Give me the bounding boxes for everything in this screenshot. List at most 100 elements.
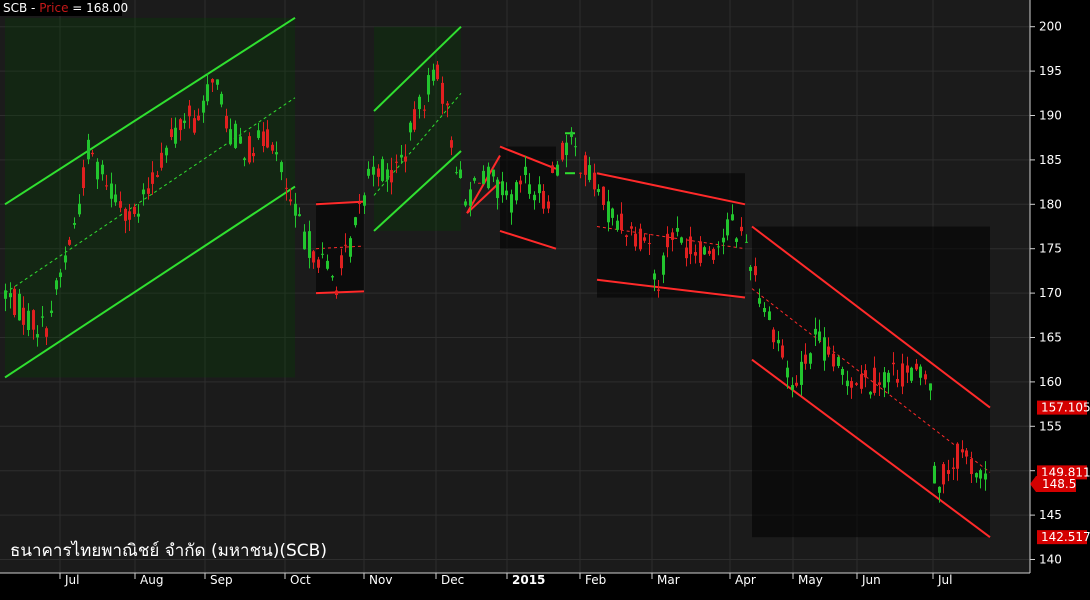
candle-body bbox=[133, 206, 136, 215]
candle-body bbox=[961, 449, 964, 453]
candle-body bbox=[335, 290, 338, 296]
candle-body bbox=[455, 172, 458, 174]
candle-body bbox=[386, 169, 389, 180]
candle-body bbox=[114, 194, 117, 203]
candle-body bbox=[630, 226, 633, 229]
candle-body bbox=[699, 241, 702, 263]
candle-body bbox=[818, 331, 821, 341]
candle-body bbox=[478, 182, 481, 184]
candle-body bbox=[763, 307, 766, 313]
candle-body bbox=[896, 378, 899, 383]
candle-body bbox=[119, 201, 122, 208]
candle-body bbox=[519, 180, 522, 185]
chart-header: SCB - Price = 168.00 bbox=[0, 0, 128, 16]
candle-body bbox=[515, 182, 518, 201]
candle-body bbox=[64, 255, 67, 263]
candle-body bbox=[156, 175, 159, 177]
price-chart: 140145150155160165170175180185190195200 … bbox=[0, 0, 1090, 587]
candle-body bbox=[933, 465, 936, 484]
candle-body bbox=[326, 260, 329, 269]
candle-body bbox=[464, 201, 467, 206]
candle-body bbox=[625, 235, 628, 237]
indicator-name: Price bbox=[39, 1, 68, 15]
last-price-tag-label: 148.5 bbox=[1042, 477, 1076, 491]
candle-body bbox=[248, 136, 251, 163]
candle-body bbox=[193, 118, 196, 133]
candle-body bbox=[708, 250, 711, 254]
candle-body bbox=[128, 211, 131, 220]
candle-body bbox=[832, 353, 835, 367]
candle-body bbox=[869, 391, 872, 395]
candle-body bbox=[367, 168, 370, 176]
candle-body bbox=[349, 238, 352, 257]
candle-body bbox=[446, 103, 449, 106]
candle-body bbox=[450, 140, 453, 148]
candle-body bbox=[303, 231, 306, 250]
candle-body bbox=[202, 100, 205, 113]
candle-body bbox=[657, 289, 660, 291]
candle-body bbox=[469, 189, 472, 206]
candle-body bbox=[620, 213, 623, 230]
candle-body bbox=[105, 185, 108, 187]
candle-body bbox=[611, 208, 614, 218]
candle-body bbox=[768, 311, 771, 320]
candle-body bbox=[643, 237, 646, 241]
candle-body bbox=[409, 122, 412, 133]
x-tick-label: Mar bbox=[657, 573, 680, 587]
candle-body bbox=[390, 170, 393, 183]
candle-body bbox=[781, 345, 784, 358]
candle-body bbox=[459, 169, 462, 179]
candle-body bbox=[823, 337, 826, 361]
candle-body bbox=[533, 194, 536, 201]
candle-body bbox=[579, 172, 582, 174]
candle-body bbox=[4, 290, 7, 299]
candle-body bbox=[317, 259, 320, 268]
candle-body bbox=[331, 276, 334, 278]
y-tick-label: 190 bbox=[1039, 109, 1062, 123]
candle-body bbox=[151, 172, 154, 184]
candle-body bbox=[18, 293, 21, 321]
candle-body bbox=[501, 181, 504, 196]
candle-body bbox=[910, 367, 913, 381]
candle-body bbox=[827, 346, 830, 355]
candle-body bbox=[13, 288, 16, 315]
candle-body bbox=[101, 164, 104, 175]
candle-body bbox=[777, 339, 780, 344]
candle-body bbox=[758, 298, 761, 304]
candle-body bbox=[432, 69, 435, 81]
candle-body bbox=[556, 164, 559, 176]
candle-body bbox=[271, 144, 274, 151]
candle-body bbox=[726, 219, 729, 236]
candle-body bbox=[528, 184, 531, 194]
candle-body bbox=[239, 136, 242, 144]
candle-body bbox=[952, 467, 955, 469]
candle-body bbox=[91, 152, 94, 155]
candle-body bbox=[395, 161, 398, 163]
candle-body bbox=[873, 367, 876, 393]
candle-body bbox=[354, 217, 357, 226]
candle-body bbox=[547, 201, 550, 209]
candle-body bbox=[754, 266, 757, 276]
candle-body bbox=[381, 159, 384, 181]
candle-body bbox=[68, 239, 71, 245]
x-tick-label: Jul bbox=[937, 573, 952, 587]
candle-body bbox=[418, 96, 421, 110]
candle-body bbox=[722, 237, 725, 243]
candle-body bbox=[694, 252, 697, 256]
candle-body bbox=[975, 473, 978, 478]
candle-body bbox=[482, 170, 485, 184]
candle-body bbox=[984, 473, 987, 480]
candle-body bbox=[344, 244, 347, 246]
y-tick-label: 145 bbox=[1039, 508, 1062, 522]
candle-body bbox=[36, 334, 39, 338]
candle-body bbox=[542, 190, 545, 209]
candle-body bbox=[841, 369, 844, 375]
candle-body bbox=[78, 203, 81, 215]
candle-body bbox=[229, 129, 232, 145]
candle-body bbox=[809, 353, 812, 364]
candle-body bbox=[321, 253, 324, 255]
candle-body bbox=[266, 129, 269, 148]
candle-body bbox=[666, 233, 669, 248]
candle-body bbox=[179, 119, 182, 131]
y-tick-label: 140 bbox=[1039, 553, 1062, 567]
